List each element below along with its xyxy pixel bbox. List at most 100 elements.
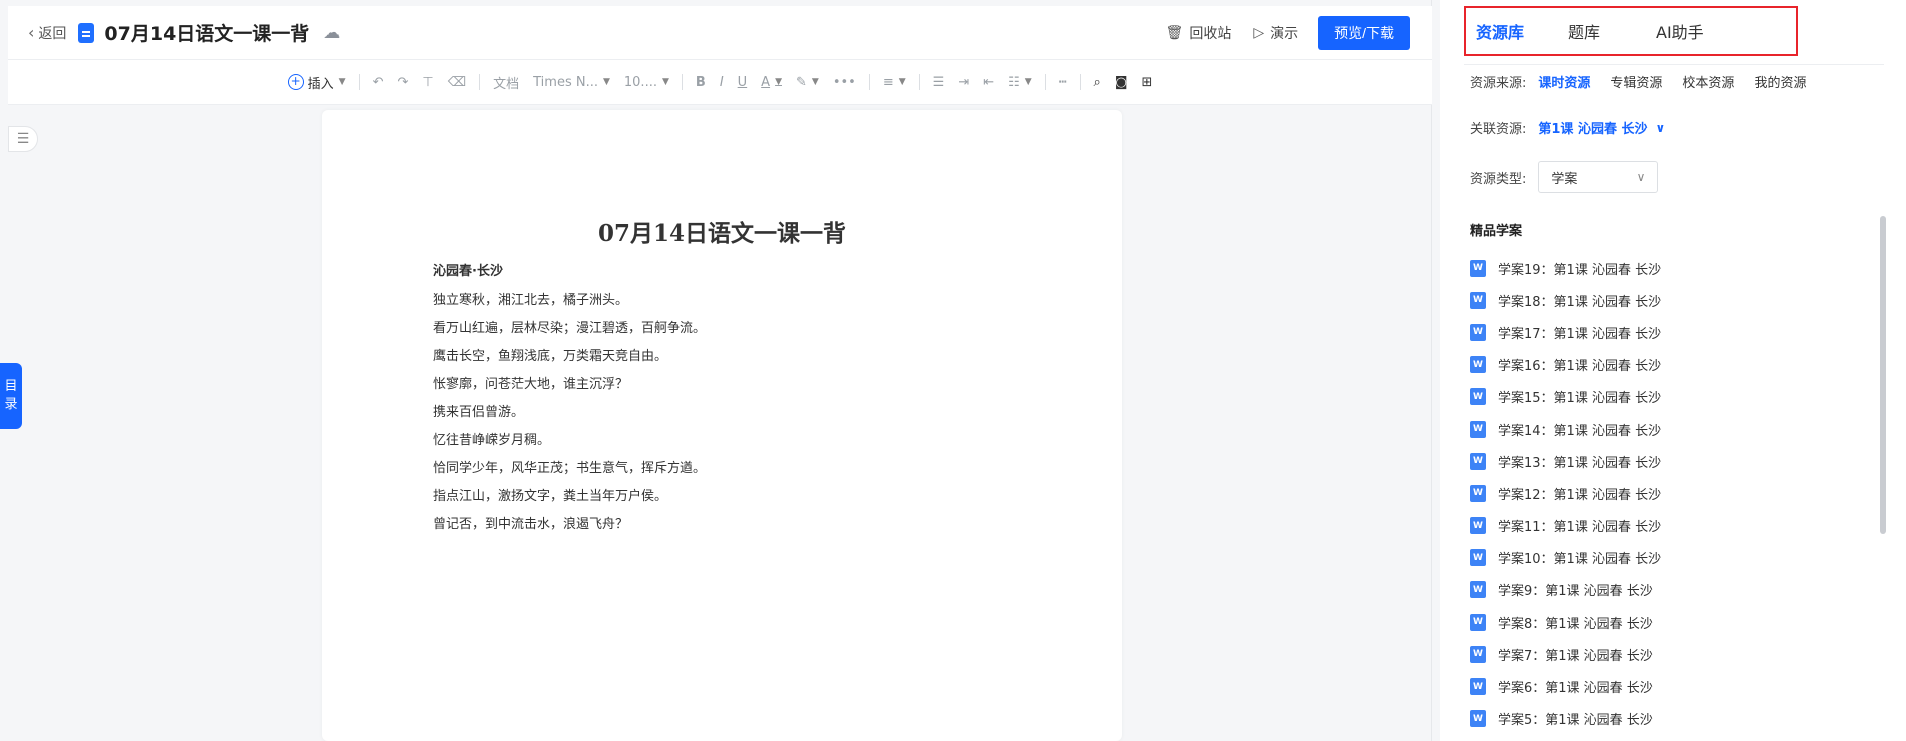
list-item[interactable]: W 学案11：第1课 沁园春 长沙 [1470, 510, 1850, 542]
list-item-label: 学案11：第1课 沁园春 长沙 [1498, 520, 1662, 536]
list-item-label: 学案14：第1课 沁园春 长沙 [1498, 423, 1662, 439]
tab-resource-library[interactable]: 资源库 [1476, 19, 1524, 43]
present-button[interactable]: ▷ 演示 [1253, 23, 1298, 43]
highlight-icon[interactable]: ✎ ▼ [796, 75, 819, 90]
scan-icon[interactable]: ⊞ [1141, 75, 1152, 90]
font-color-icon[interactable]: A ▼ [761, 75, 782, 90]
list-icon[interactable]: ☷ ▼ [1008, 75, 1032, 90]
list-item-label: 学案6：第1课 沁园春 长沙 [1498, 681, 1653, 697]
font-select[interactable]: Times N... ▼ [533, 75, 610, 90]
editor-area: ‹ 返回 07月14日语文一课一背 ☁ 🗑 回收站 ▷ 演示 预览/下载 + 插… [0, 0, 1432, 741]
list-item-label: 学案15：第1课 沁园春 长沙 [1498, 391, 1662, 407]
document-page[interactable]: 07月14日语文一课一背 沁园春·长沙 独立寒秋，湘江北去，橘子洲头。 看万山红… [322, 110, 1122, 741]
poem-line: 怅寥廓，问苍茫大地，谁主沉浮？ [433, 377, 629, 392]
preview-download-button[interactable]: 预览/下载 [1318, 15, 1410, 50]
back-button[interactable]: ‹ 返回 [28, 23, 66, 43]
list-item[interactable]: W 学案14：第1课 沁园春 长沙 [1470, 413, 1850, 445]
word-doc-icon: W [1470, 678, 1486, 696]
bold-icon[interactable]: B [696, 75, 706, 90]
tab-question-bank[interactable]: 题库 [1568, 19, 1600, 43]
recycle-bin-button[interactable]: 🗑 回收站 [1166, 23, 1232, 43]
list-item[interactable]: W 学案8：第1课 沁园春 长沙 [1470, 606, 1850, 638]
resource-type-select[interactable]: 学案 ∨ [1538, 161, 1659, 193]
source-option-school[interactable]: 校本资源 [1682, 72, 1734, 91]
list-item[interactable]: W 学案10：第1课 沁园春 长沙 [1470, 542, 1850, 574]
caret-down-icon: ▼ [775, 77, 782, 87]
toc-tab[interactable]: 目 录 [0, 363, 22, 429]
recycle-label: 回收站 [1189, 25, 1232, 42]
caret-down-icon: ▼ [898, 77, 906, 87]
poem-line: 携来百侣曾游。 [433, 405, 525, 420]
topbar-actions: 🗑 回收站 ▷ 演示 预览/下载 [1144, 15, 1410, 50]
undo-icon[interactable]: ↶ [373, 75, 384, 90]
list-item-label: 学案9：第1课 沁园春 长沙 [1498, 584, 1653, 600]
line-spacing-icon[interactable]: ☰ [933, 75, 945, 90]
insert-button[interactable]: + 插入 ▼ [287, 73, 346, 92]
caret-down-icon: ▼ [811, 77, 819, 87]
source-option-album[interactable]: 专辑资源 [1610, 72, 1662, 91]
word-doc-icon: W [1470, 259, 1486, 277]
list-item[interactable]: W 学案18：第1课 沁园春 长沙 [1470, 284, 1850, 316]
list-item-label: 学案10：第1课 沁园春 长沙 [1498, 552, 1662, 568]
poem-subtitle: 沁园春·长沙 [433, 264, 503, 279]
list-item-label: 学案7：第1课 沁园春 长沙 [1498, 648, 1653, 664]
word-doc-icon: W [1470, 613, 1486, 631]
type-value: 学案 [1551, 171, 1578, 187]
style-select[interactable]: 文档 [493, 73, 519, 92]
indent-increase-icon[interactable]: ⇥ [958, 75, 969, 90]
list-item-label: 学案16：第1课 沁园春 长沙 [1498, 359, 1662, 375]
toolbar-divider [358, 74, 360, 90]
caret-down-icon: ▼ [1024, 77, 1032, 87]
word-doc-icon: W [1470, 549, 1486, 567]
toc-label-2: 录 [4, 397, 18, 412]
eraser-icon[interactable]: ⌫ [448, 75, 466, 90]
list-item[interactable]: W 学案6：第1课 沁园春 长沙 [1470, 670, 1850, 702]
list-item[interactable]: W 学案12：第1课 沁园春 长沙 [1470, 477, 1850, 509]
italic-icon[interactable]: I [720, 75, 724, 90]
outline-menu-icon[interactable]: ☰ [8, 126, 38, 152]
tab-ai-assistant[interactable]: AI助手 [1656, 19, 1704, 43]
list-item[interactable]: W 学案9：第1课 沁园春 长沙 [1470, 574, 1850, 606]
toolbar-divider [1079, 74, 1081, 90]
related-row: 关联资源: 第1课 沁园春 长沙 ∨ [1470, 118, 1666, 138]
word-doc-icon: W [1470, 420, 1486, 438]
list-item[interactable]: W 学案19：第1课 沁园春 长沙 [1470, 252, 1850, 284]
cloud-sync-icon[interactable]: ☁ [323, 23, 340, 43]
indent-decrease-icon[interactable]: ⇤ [983, 75, 994, 90]
more-icon[interactable]: ••• [833, 75, 856, 90]
back-label: 返回 [38, 25, 67, 42]
source-option-lesson[interactable]: 课时资源 [1538, 72, 1590, 91]
list-item[interactable]: W 学案17：第1课 沁园春 长沙 [1470, 316, 1850, 348]
source-label: 资源来源: [1470, 76, 1527, 91]
camera-icon[interactable]: ◙ [1115, 75, 1128, 90]
poem-body: 沁园春·长沙 独立寒秋，湘江北去，橘子洲头。 看万山红遍，层林尽染；漫江碧透，百… [433, 260, 706, 539]
list-item[interactable]: W 学案5：第1课 沁园春 长沙 [1470, 703, 1850, 735]
document-heading: 07月14日语文一课一背 [597, 220, 846, 247]
app-root: ‹ 返回 07月14日语文一课一背 ☁ 🗑 回收站 ▷ 演示 预览/下载 + 插… [0, 0, 1906, 741]
panel-scrollbar[interactable] [1880, 216, 1886, 534]
word-doc-icon: W [1470, 356, 1486, 374]
word-doc-icon: W [1470, 581, 1486, 599]
related-lesson-select[interactable]: 第1课 沁园春 长沙 ∨ [1538, 118, 1666, 138]
poem-line: 指点江山，激扬文字，粪土当年万户侯。 [433, 489, 668, 504]
list-item[interactable]: W 学案15：第1课 沁园春 长沙 [1470, 381, 1850, 413]
redo-icon[interactable]: ↷ [397, 75, 408, 90]
underline-icon[interactable]: U [738, 75, 748, 90]
source-option-mine[interactable]: 我的资源 [1754, 72, 1806, 91]
format-painter-icon[interactable]: ⊤ [422, 75, 433, 90]
word-doc-icon: W [1470, 323, 1486, 341]
word-doc-icon: W [1470, 484, 1486, 502]
source-filter-row: 资源来源: 课时资源 专辑资源 校本资源 我的资源 [1470, 72, 1826, 91]
insert-label: 插入 [307, 76, 334, 92]
poem-line: 看万山红遍，层林尽染；漫江碧透，百舸争流。 [433, 321, 707, 336]
chevron-left-icon: ‹ [28, 23, 35, 42]
list-item[interactable]: W 学案7：第1课 沁园春 长沙 [1470, 638, 1850, 670]
size-select[interactable]: 10.... ▼ [624, 75, 669, 90]
divider-line-icon[interactable]: ┅ [1059, 75, 1067, 90]
align-icon[interactable]: ≡ ▼ [883, 75, 906, 90]
toolbar-divider [1044, 74, 1046, 90]
list-item[interactable]: W 学案16：第1课 沁园春 长沙 [1470, 349, 1850, 381]
chevron-down-icon: ∨ [1655, 120, 1666, 135]
list-item[interactable]: W 学案13：第1课 沁园春 长沙 [1470, 445, 1850, 477]
find-replace-icon[interactable]: ⌕ [1094, 75, 1101, 90]
